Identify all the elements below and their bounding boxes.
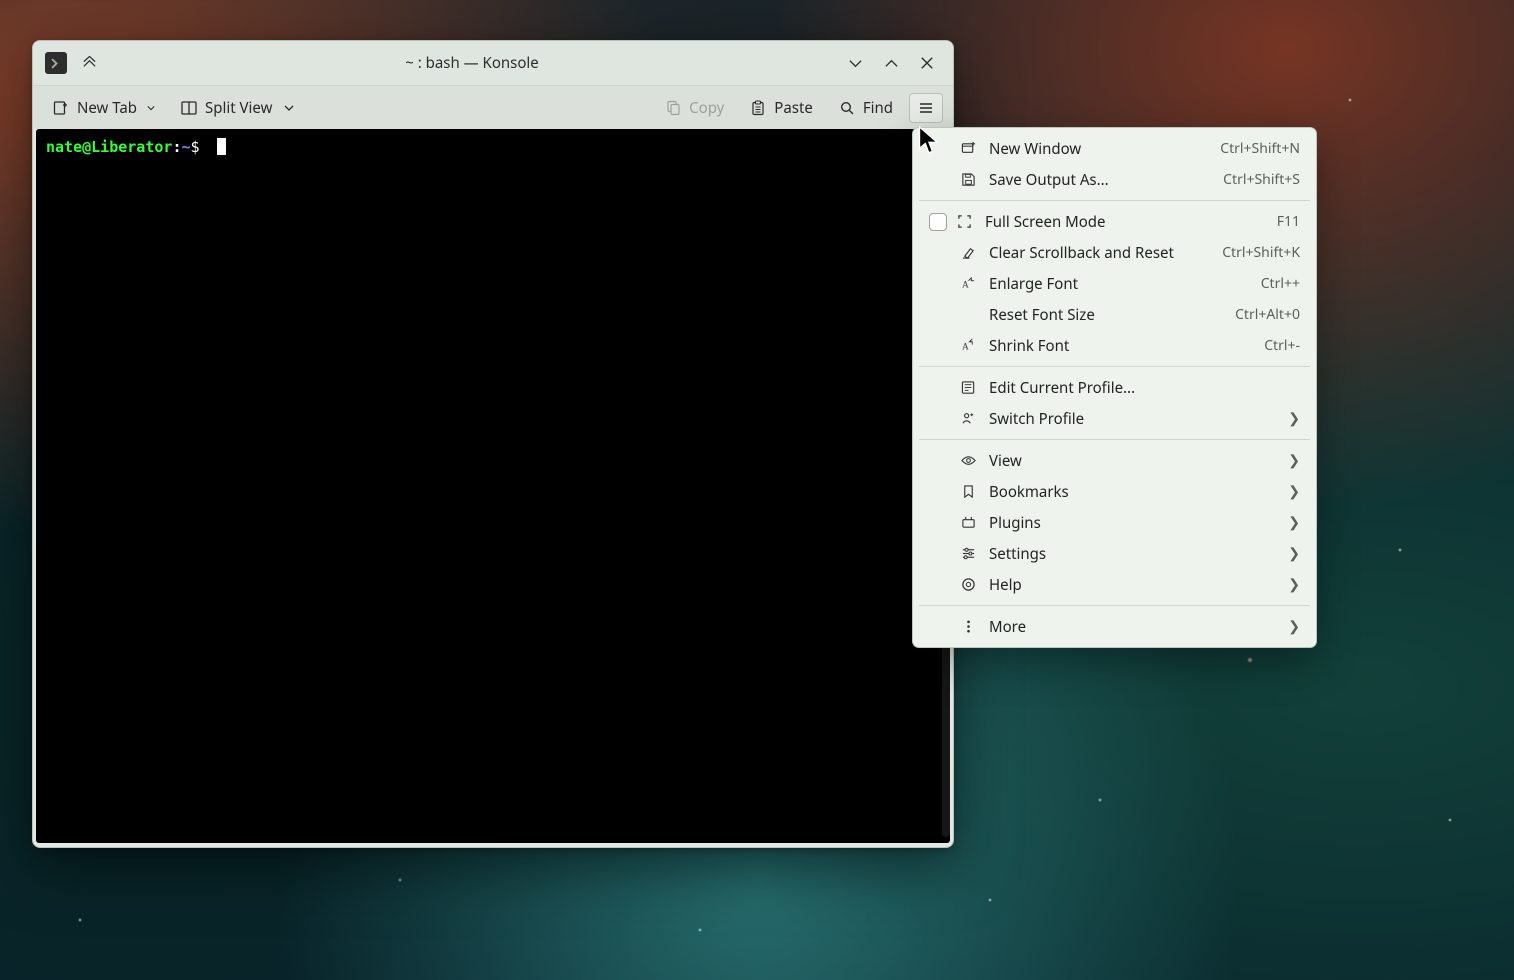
copy-icon xyxy=(665,100,681,116)
edit-profile-icon xyxy=(959,380,977,395)
hamburger-menu-button[interactable] xyxy=(909,93,943,123)
font-shrink-icon: A xyxy=(959,338,977,353)
split-view-icon xyxy=(181,100,197,116)
prompt-user-host: nate@Liberator xyxy=(46,138,172,156)
menu-item-bookmarks[interactable]: Bookmarks ❯ xyxy=(913,476,1316,507)
menu-item-enlarge-font[interactable]: A Enlarge Font Ctrl++ xyxy=(913,268,1316,299)
menu-label: View xyxy=(989,451,1276,471)
menu-accel: Ctrl+Alt+0 xyxy=(1235,305,1300,324)
titlebar[interactable]: ~ : bash — Konsole xyxy=(33,41,953,85)
switch-profile-icon xyxy=(959,411,977,426)
more-icon xyxy=(959,619,977,634)
menu-item-edit-profile[interactable]: Edit Current Profile... xyxy=(913,372,1316,403)
submenu-arrow-icon: ❯ xyxy=(1288,451,1300,470)
menu-item-shrink-font[interactable]: A Shrink Font Ctrl+- xyxy=(913,330,1316,361)
menu-item-settings[interactable]: Settings ❯ xyxy=(913,538,1316,569)
menu-item-reset-font[interactable]: Reset Font Size Ctrl+Alt+0 xyxy=(913,299,1316,330)
plugins-icon xyxy=(959,515,977,530)
menu-item-new-window[interactable]: New Window Ctrl+Shift+N xyxy=(913,133,1316,164)
main-toolbar: New Tab Split View Copy Paste xyxy=(33,85,953,129)
find-button[interactable]: Find xyxy=(829,93,903,123)
maximize-button[interactable] xyxy=(877,49,905,77)
menu-label: Plugins xyxy=(989,513,1276,533)
window-new-icon xyxy=(959,141,977,156)
dropdown-caret-icon xyxy=(147,104,155,112)
menu-label: Help xyxy=(989,575,1276,595)
menu-item-full-screen[interactable]: Full Screen Mode F11 xyxy=(913,206,1316,237)
terminal-cursor xyxy=(217,138,226,155)
new-tab-button[interactable]: New Tab xyxy=(43,93,165,123)
menu-label: Save Output As... xyxy=(989,170,1211,190)
settings-icon xyxy=(959,546,977,561)
submenu-arrow-icon: ❯ xyxy=(1288,513,1300,532)
paste-icon xyxy=(750,100,766,116)
dropdown-caret-icon xyxy=(284,103,294,113)
paste-label: Paste xyxy=(774,98,813,118)
terminal-view[interactable]: nate@Liberator:~$ xyxy=(36,129,950,843)
fullscreen-icon xyxy=(955,214,973,229)
menu-item-help[interactable]: Help ❯ xyxy=(913,569,1316,600)
menu-label: New Window xyxy=(989,139,1208,159)
menu-label: Reset Font Size xyxy=(989,305,1223,325)
menu-accel: Ctrl+Shift+K xyxy=(1222,243,1300,262)
menu-label: Full Screen Mode xyxy=(985,212,1265,232)
menu-accel: Ctrl+Shift+N xyxy=(1220,139,1300,158)
menu-label: More xyxy=(989,617,1276,637)
menu-separator xyxy=(919,200,1310,201)
submenu-arrow-icon: ❯ xyxy=(1288,409,1300,428)
split-view-label: Split View xyxy=(205,98,272,118)
hamburger-dropdown-menu: New Window Ctrl+Shift+N Save Output As..… xyxy=(912,127,1317,648)
copy-label: Copy xyxy=(689,98,724,118)
submenu-arrow-icon: ❯ xyxy=(1288,544,1300,563)
menu-separator xyxy=(919,366,1310,367)
paste-button[interactable]: Paste xyxy=(740,93,823,123)
new-tab-icon xyxy=(53,100,69,116)
menu-separator xyxy=(919,439,1310,440)
save-icon xyxy=(959,172,977,187)
hamburger-icon xyxy=(918,100,934,116)
help-icon xyxy=(959,577,977,592)
bookmark-icon xyxy=(959,484,977,499)
search-icon xyxy=(839,100,855,116)
view-icon xyxy=(959,453,977,468)
svg-text:A: A xyxy=(961,342,968,352)
submenu-arrow-icon: ❯ xyxy=(1288,617,1300,636)
menu-label: Shrink Font xyxy=(989,336,1252,356)
submenu-arrow-icon: ❯ xyxy=(1288,482,1300,501)
menu-item-clear-scrollback[interactable]: Clear Scrollback and Reset Ctrl+Shift+K xyxy=(913,237,1316,268)
menu-item-view[interactable]: View ❯ xyxy=(913,445,1316,476)
menu-label: Enlarge Font xyxy=(989,274,1249,294)
menu-item-plugins[interactable]: Plugins ❯ xyxy=(913,507,1316,538)
menu-label: Edit Current Profile... xyxy=(989,378,1300,398)
menu-accel: F11 xyxy=(1277,212,1300,231)
new-tab-label: New Tab xyxy=(77,98,137,118)
menu-label: Bookmarks xyxy=(989,482,1276,502)
close-button[interactable] xyxy=(913,49,941,77)
font-enlarge-icon: A xyxy=(959,276,977,291)
konsole-window: ~ : bash — Konsole New Tab Split View xyxy=(32,40,954,848)
minimize-button[interactable] xyxy=(841,49,869,77)
app-icon xyxy=(45,52,67,74)
expand-up-icon[interactable] xyxy=(75,49,103,77)
window-title: ~ : bash — Konsole xyxy=(111,53,833,73)
menu-accel: Ctrl+- xyxy=(1264,336,1300,355)
menu-label: Clear Scrollback and Reset xyxy=(989,243,1210,263)
clear-icon xyxy=(959,245,977,260)
menu-label: Switch Profile xyxy=(989,409,1276,429)
prompt-path: ~ xyxy=(181,138,190,156)
menu-item-switch-profile[interactable]: Switch Profile ❯ xyxy=(913,403,1316,434)
menu-accel: Ctrl+Shift+S xyxy=(1223,170,1300,189)
menu-label: Settings xyxy=(989,544,1276,564)
svg-text:A: A xyxy=(961,280,968,290)
split-view-button[interactable]: Split View xyxy=(171,93,304,123)
submenu-arrow-icon: ❯ xyxy=(1288,575,1300,594)
menu-separator xyxy=(919,605,1310,606)
checkbox-icon[interactable] xyxy=(929,213,947,231)
copy-button: Copy xyxy=(655,93,734,123)
menu-item-save-output[interactable]: Save Output As... Ctrl+Shift+S xyxy=(913,164,1316,195)
menu-accel: Ctrl++ xyxy=(1261,274,1300,293)
find-label: Find xyxy=(863,98,893,118)
menu-item-more[interactable]: More ❯ xyxy=(913,611,1316,642)
prompt-suffix: $ xyxy=(191,138,200,156)
